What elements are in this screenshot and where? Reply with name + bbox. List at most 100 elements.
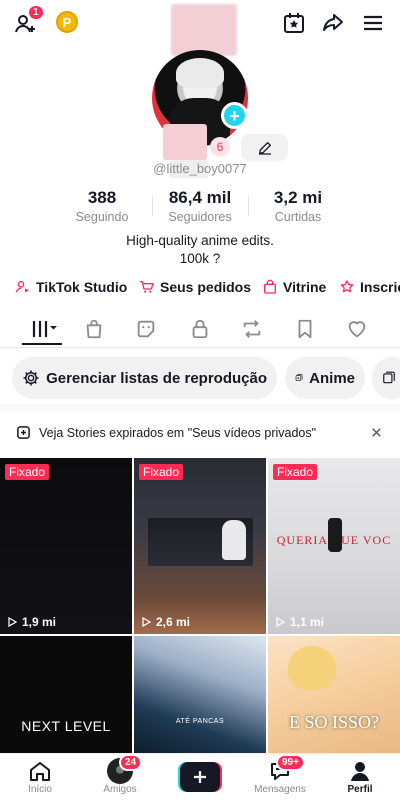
active-tab-indicator <box>22 343 62 345</box>
link-label: TikTok Studio <box>36 279 128 295</box>
playlist-anime[interactable]: Anime <box>285 357 365 399</box>
view-count-label: 1,1 mi <box>290 615 325 629</box>
repost-icon <box>243 320 261 338</box>
video-thumbnail[interactable]: Fixado 2,6 mi <box>134 458 266 634</box>
hamburger-icon <box>364 15 382 31</box>
tab-favorites[interactable] <box>134 316 158 342</box>
home-icon <box>30 762 50 781</box>
view-count: 1,9 mi <box>6 615 56 629</box>
playlist-next[interactable] <box>372 357 400 399</box>
thumbnail-overlay-text: NEXT LEVEL <box>21 718 111 734</box>
play-icon <box>142 616 152 628</box>
tab-reposts[interactable] <box>240 316 264 342</box>
video-thumbnail[interactable]: ATÉ PANCAS <box>134 636 266 754</box>
tab-shop[interactable] <box>82 316 106 342</box>
share-button[interactable] <box>321 11 345 35</box>
stat-value: 86,4 mil <box>168 188 232 207</box>
thumbnail-overlay-text: ATÉ PANCAS <box>175 718 225 725</box>
grid-icon <box>32 321 57 337</box>
thumbnail-figure <box>288 646 336 690</box>
sticker-icon <box>137 320 155 338</box>
nav-home[interactable]: Início <box>5 758 75 795</box>
link-orders[interactable]: Seus pedidos <box>139 279 251 295</box>
edit-profile-button[interactable] <box>241 134 288 161</box>
subscribe-icon <box>340 280 354 293</box>
pinned-badge: Fixado <box>5 464 50 480</box>
pinned-badge: Fixado <box>139 464 184 480</box>
coin-icon[interactable]: P <box>56 11 78 33</box>
plus-icon <box>180 762 220 792</box>
add-box-icon <box>16 425 31 440</box>
nav-label: Perfil <box>347 784 373 795</box>
lock-icon <box>192 319 208 339</box>
link-subscriptions[interactable]: Inscriç <box>339 279 400 295</box>
avatar-hair <box>176 58 224 88</box>
calendar-star-icon <box>284 13 304 33</box>
video-thumbnail[interactable]: Fixado 1,9 mi <box>0 458 132 634</box>
thumbnail-figure <box>328 518 342 552</box>
stat-following[interactable]: 388 Seguindo <box>52 188 152 224</box>
thumbnail-overlay-text: E SO ISSO? <box>288 712 379 732</box>
link-label: Vitrine <box>283 279 327 295</box>
link-tiktok-studio[interactable]: TikTok Studio <box>15 279 127 295</box>
tab-videos[interactable] <box>24 316 64 342</box>
nav-label: Amigos <box>103 784 137 795</box>
tab-liked[interactable] <box>345 316 369 342</box>
stories-notice[interactable]: Veja Stories expirados em "Seus vídeos p… <box>0 421 400 445</box>
request-count-badge[interactable]: 6 <box>210 137 230 157</box>
create-button[interactable] <box>178 762 222 792</box>
pinned-badge: Fixado <box>273 464 318 480</box>
bottom-nav: Início Amigos 24 Mensagens 99+ Perfil <box>0 753 400 806</box>
heart-icon <box>348 321 366 338</box>
link-showcase[interactable]: Vitrine <box>262 279 326 295</box>
chip-label: Gerenciar listas de reprodução <box>46 369 267 387</box>
nav-label: Início <box>28 784 52 795</box>
link-label: Seus pedidos <box>160 279 252 295</box>
nav-label: Mensagens <box>254 784 306 795</box>
bio-line: 100k ? <box>179 251 221 266</box>
stat-label: Seguindo <box>75 210 129 224</box>
inbox-count-badge: 99+ <box>276 754 305 771</box>
playlist-icon <box>383 371 395 384</box>
video-thumbnail[interactable]: QUERIA QUE VOC Fixado 1,1 mi <box>268 458 400 634</box>
playlist-icon <box>295 374 303 382</box>
close-notice-button[interactable] <box>370 426 383 439</box>
tab-saved[interactable] <box>293 316 317 342</box>
close-icon <box>372 428 381 437</box>
stat-label: Curtidas <box>274 210 322 224</box>
stat-likes[interactable]: 3,2 mi Curtidas <box>248 188 348 224</box>
stat-value: 3,2 mi <box>273 188 323 207</box>
blurred-name-region <box>171 4 237 56</box>
nav-profile[interactable]: Perfil <box>325 758 395 795</box>
view-count: 1,1 mi <box>274 615 324 629</box>
chip-label: Anime <box>309 369 355 387</box>
link-label: Inscriç <box>360 279 400 295</box>
notice-text: Veja Stories expirados em "Seus vídeos p… <box>39 426 317 440</box>
manage-playlists-button[interactable]: Gerenciar listas de reprodução <box>12 357 277 399</box>
cart-icon <box>140 281 154 293</box>
thumbnail-figure <box>222 520 246 560</box>
tab-private[interactable] <box>188 316 212 342</box>
pencil-icon <box>258 141 271 155</box>
video-thumbnail[interactable]: NEXT LEVEL <box>0 636 132 754</box>
view-count-label: 1,9 mi <box>22 615 57 629</box>
view-count: 2,6 mi <box>140 615 190 629</box>
blurred-region <box>163 124 207 160</box>
view-count-label: 2,6 mi <box>156 615 191 629</box>
add-story-button[interactable]: + <box>221 102 248 129</box>
bio-line: High-quality anime edits. <box>126 233 274 248</box>
notification-badge: 1 <box>27 4 45 21</box>
username: @little_boy0077 <box>153 161 247 176</box>
calendar-button[interactable] <box>282 11 306 35</box>
studio-icon <box>15 281 29 293</box>
menu-button[interactable] <box>361 11 385 35</box>
video-thumbnail[interactable]: E SO ISSO? <box>268 636 400 754</box>
bag-icon <box>264 279 276 294</box>
play-icon <box>8 616 18 628</box>
gear-icon <box>23 370 39 386</box>
section-divider <box>0 404 400 411</box>
play-icon <box>276 616 286 628</box>
friends-count-badge: 24 <box>119 754 143 771</box>
stat-followers[interactable]: 86,4 mil Seguidores <box>150 188 250 224</box>
stat-label: Seguidores <box>168 210 232 224</box>
